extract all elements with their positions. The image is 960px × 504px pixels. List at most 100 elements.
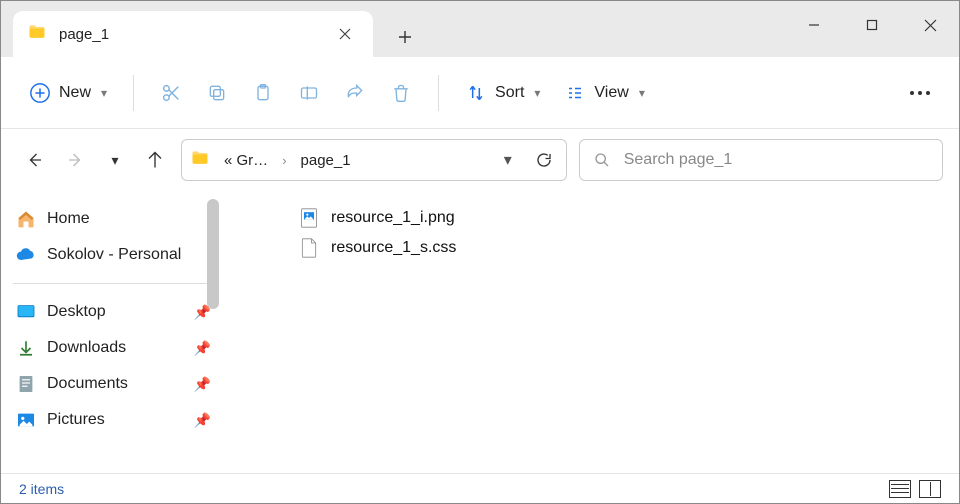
nav-recent-button[interactable]: ▾	[101, 146, 129, 174]
share-icon	[344, 82, 366, 104]
search-icon	[594, 152, 610, 168]
pictures-icon	[15, 409, 37, 431]
folder-icon	[27, 22, 47, 47]
document-icon	[15, 373, 37, 395]
minimize-icon	[808, 19, 820, 31]
details-view-button[interactable]	[889, 480, 911, 498]
navigation-row: ▾ « Gr… › page_1 ▾	[1, 129, 959, 191]
title-bar: page_1	[1, 1, 959, 57]
ellipsis-icon	[909, 82, 931, 104]
sidebar-item-desktop[interactable]: Desktop 📌	[1, 294, 219, 330]
refresh-button[interactable]	[530, 146, 558, 174]
tab-title: page_1	[59, 26, 319, 43]
view-icon	[564, 82, 586, 104]
pin-icon: 📌	[194, 412, 211, 429]
desktop-icon	[15, 301, 37, 323]
rename-button[interactable]	[288, 73, 330, 113]
address-bar[interactable]: « Gr… › page_1 ▾	[181, 139, 567, 181]
sort-button[interactable]: Sort ▾	[455, 73, 550, 113]
pin-icon: 📌	[194, 340, 211, 357]
status-bar: 2 items	[1, 473, 959, 503]
navigation-pane: Home Sokolov - Personal Desktop 📌 Downlo…	[1, 191, 219, 473]
cloud-icon	[15, 244, 37, 266]
sort-label: Sort	[495, 84, 524, 102]
main-area: Home Sokolov - Personal Desktop 📌 Downlo…	[1, 191, 959, 473]
sidebar-item-downloads[interactable]: Downloads 📌	[1, 330, 219, 366]
file-name: resource_1_s.css	[331, 239, 456, 257]
scissors-icon	[160, 82, 182, 104]
sidebar-item-documents[interactable]: Documents 📌	[1, 366, 219, 402]
rename-icon	[298, 82, 320, 104]
sidebar-item-label: Downloads	[47, 339, 126, 357]
breadcrumb-current[interactable]: page_1	[295, 148, 357, 173]
view-button[interactable]: View ▾	[554, 73, 654, 113]
generic-file-icon	[299, 238, 319, 258]
plus-icon	[398, 30, 412, 44]
nav-back-button[interactable]	[21, 146, 49, 174]
window-maximize-button[interactable]	[843, 1, 901, 49]
chevron-down-icon: ▾	[534, 86, 540, 100]
close-icon	[339, 28, 351, 40]
sidebar-item-label: Pictures	[47, 411, 105, 429]
delete-button[interactable]	[380, 73, 422, 113]
sidebar-item-pictures[interactable]: Pictures 📌	[1, 402, 219, 438]
nav-forward-button[interactable]	[61, 146, 89, 174]
sort-icon	[465, 82, 487, 104]
sidebar-item-label: Documents	[47, 375, 128, 393]
file-item[interactable]: resource_1_s.css	[239, 233, 939, 263]
breadcrumb-overflow[interactable]: « Gr…	[218, 148, 274, 173]
arrow-up-icon	[146, 151, 164, 169]
new-button[interactable]: New ▾	[19, 73, 117, 113]
chevron-right-icon: ›	[282, 153, 286, 168]
share-button[interactable]	[334, 73, 376, 113]
tab-current[interactable]: page_1	[13, 11, 373, 57]
copy-button[interactable]	[196, 73, 238, 113]
file-item[interactable]: resource_1_i.png	[239, 203, 939, 233]
paste-button[interactable]	[242, 73, 284, 113]
view-mode-toggles	[889, 480, 941, 498]
download-icon	[15, 337, 37, 359]
toolbar: New ▾ Sort ▾ View ▾	[1, 57, 959, 129]
arrow-left-icon	[26, 151, 44, 169]
new-button-label: New	[59, 84, 91, 102]
sidebar-item-home[interactable]: Home	[1, 201, 219, 237]
new-plus-icon	[29, 82, 51, 104]
sidebar-separator	[13, 283, 215, 284]
window-close-button[interactable]	[901, 1, 959, 49]
sidebar-item-label: Sokolov - Personal	[47, 246, 181, 264]
status-item-count: 2 items	[19, 481, 64, 497]
folder-icon	[190, 148, 210, 173]
arrow-right-icon	[66, 151, 84, 169]
tab-close-button[interactable]	[331, 20, 359, 48]
refresh-icon	[535, 151, 553, 169]
copy-icon	[206, 82, 228, 104]
address-dropdown-button[interactable]: ▾	[494, 146, 522, 174]
sidebar-item-label: Desktop	[47, 303, 106, 321]
window-controls	[785, 1, 959, 49]
nav-up-button[interactable]	[141, 146, 169, 174]
sidebar-scrollbar[interactable]	[207, 199, 219, 309]
chevron-down-icon: ▾	[111, 152, 118, 169]
chevron-down-icon: ▾	[101, 86, 107, 100]
pin-icon: 📌	[194, 376, 211, 393]
file-list-pane[interactable]: resource_1_i.png resource_1_s.css	[219, 191, 959, 473]
toolbar-separator	[438, 75, 439, 111]
trash-icon	[390, 82, 412, 104]
toolbar-separator	[133, 75, 134, 111]
more-button[interactable]	[899, 73, 941, 113]
view-label: View	[594, 84, 628, 102]
search-input[interactable]	[624, 151, 928, 169]
close-icon	[924, 19, 937, 32]
image-file-icon	[299, 208, 319, 228]
search-box[interactable]	[579, 139, 943, 181]
clipboard-icon	[252, 82, 274, 104]
window-minimize-button[interactable]	[785, 1, 843, 49]
cut-button[interactable]	[150, 73, 192, 113]
thumbnails-view-button[interactable]	[919, 480, 941, 498]
chevron-down-icon: ▾	[639, 86, 645, 100]
file-name: resource_1_i.png	[331, 209, 455, 227]
new-tab-button[interactable]	[385, 17, 425, 57]
sidebar-item-onedrive[interactable]: Sokolov - Personal	[1, 237, 219, 273]
home-icon	[15, 208, 37, 230]
sidebar-item-label: Home	[47, 210, 90, 228]
